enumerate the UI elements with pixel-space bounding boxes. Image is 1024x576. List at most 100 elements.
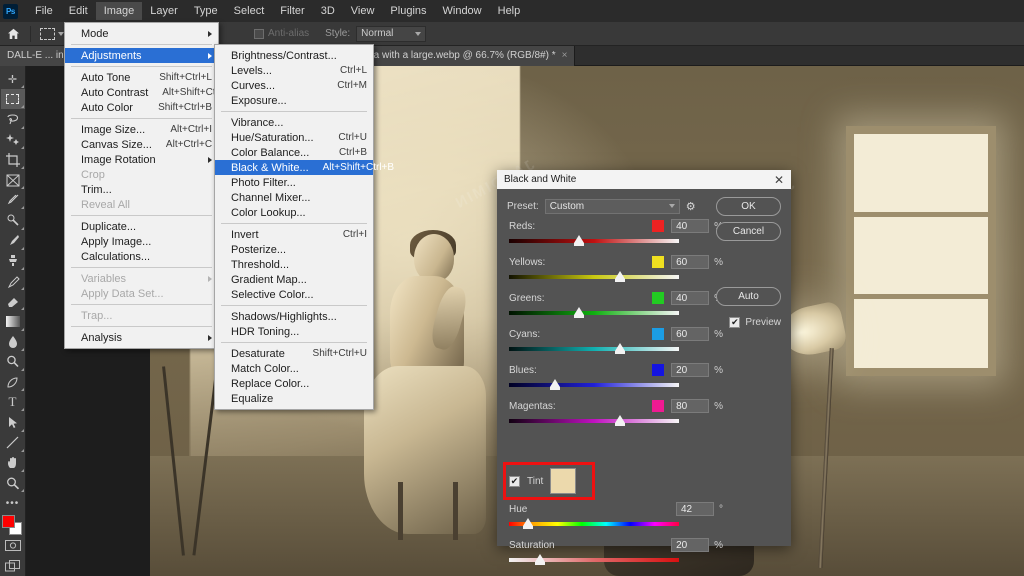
greens-track[interactable] [509,307,679,318]
saturation-track[interactable] [509,554,679,565]
menu-item-hdr-toning[interactable]: HDR Toning... [215,324,373,339]
cyans-value[interactable]: 60 [671,327,710,341]
menu-3d[interactable]: 3D [313,2,343,20]
cyans-handle[interactable] [614,343,625,354]
menu-item-photo-filter[interactable]: Photo Filter... [215,175,373,190]
foreground-color-swatch[interactable] [1,515,15,529]
menu-item-auto-tone[interactable]: Auto Tone Shift+Ctrl+L [65,70,218,85]
blues-value[interactable]: 20 [671,363,710,377]
home-icon[interactable] [0,28,26,40]
yellows-track[interactable] [509,271,679,282]
rectangular-marquee-tool[interactable] [0,89,25,110]
image-menu-dropdown[interactable]: Mode Adjustments Auto Tone Shift+Ctrl+L Auto… [64,22,233,349]
hue-track[interactable] [509,518,679,529]
color-swatches[interactable] [1,515,24,536]
style-select[interactable]: Normal [356,25,427,42]
tint-row[interactable]: ✔ Tint [509,468,577,494]
close-icon[interactable]: ✕ [774,174,784,186]
menu-item-trim[interactable]: Trim... [65,182,218,197]
magentas-value[interactable]: 80 [671,399,710,413]
crop-tool[interactable] [1,150,25,170]
menu-item-exposure[interactable]: Exposure... [215,93,373,108]
preview-checkbox[interactable]: ✔ [729,317,741,328]
eraser-tool[interactable] [1,291,25,311]
menu-item-image-rotation[interactable]: Image Rotation [65,152,218,167]
menu-edit[interactable]: Edit [61,2,96,20]
menu-item-auto-color[interactable]: Auto Color Shift+Ctrl+B [65,100,218,115]
hand-tool[interactable] [1,453,25,473]
magentas-track[interactable] [509,415,679,426]
hue-handle[interactable] [522,518,533,529]
auto-button[interactable]: Auto [716,287,781,306]
menu-item-apply-image[interactable]: Apply Image... [65,234,218,249]
zoom-tool[interactable] [1,473,25,493]
menu-plugins[interactable]: Plugins [382,2,434,20]
menu-item-match-color[interactable]: Match Color... [215,361,373,376]
reds-value[interactable]: 40 [671,219,710,233]
menu-item-posterize[interactable]: Posterize... [215,242,373,257]
path-selection-tool[interactable] [1,412,25,432]
menu-type[interactable]: Type [186,2,226,20]
yellows-handle[interactable] [614,271,625,282]
blur-tool[interactable] [1,332,25,352]
menu-item-invert[interactable]: Invert Ctrl+I [215,227,373,242]
dodge-tool[interactable] [1,352,25,372]
menu-image[interactable]: Image [95,2,143,20]
type-tool[interactable]: T [1,392,25,412]
menu-item-selective-color[interactable]: Selective Color... [215,287,373,302]
antialias-checkbox[interactable] [254,28,264,39]
clone-stamp-tool[interactable] [1,251,25,271]
menu-item-equalize[interactable]: Equalize [215,391,373,406]
menu-filter[interactable]: Filter [272,2,312,20]
menu-item-threshold[interactable]: Threshold... [215,257,373,272]
menu-item-image-size[interactable]: Image Size... Alt+Ctrl+I [65,122,218,137]
reds-handle[interactable] [573,235,584,246]
menu-item-vibrance[interactable]: Vibrance... [215,115,373,130]
frame-tool[interactable] [1,170,25,190]
reds-track[interactable] [509,235,679,246]
move-tool[interactable]: ✛ [1,69,25,89]
menu-item-gradient-map[interactable]: Gradient Map... [215,272,373,287]
menu-select[interactable]: Select [226,2,273,20]
hue-value[interactable]: 42 [676,502,714,516]
lasso-tool[interactable] [1,109,25,129]
blues-handle[interactable] [549,379,560,390]
menu-item-canvas-size[interactable]: Canvas Size... Alt+Ctrl+C [65,137,218,152]
close-icon[interactable]: × [562,50,568,61]
brush-tool[interactable] [1,231,25,251]
eyedropper-tool[interactable] [1,190,25,210]
menu-item-desaturate[interactable]: Desaturate Shift+Ctrl+U [215,346,373,361]
yellows-value[interactable]: 60 [671,255,710,269]
saturation-handle[interactable] [534,554,545,565]
screen-mode-button[interactable] [1,556,25,576]
cyans-track[interactable] [509,343,679,354]
ok-button[interactable]: OK [716,197,781,216]
menu-item-channel-mixer[interactable]: Channel Mixer... [215,190,373,205]
tint-color-swatch[interactable] [550,468,577,494]
menu-item-duplicate[interactable]: Duplicate... [65,219,218,234]
pen-tool[interactable] [1,372,25,392]
cancel-button[interactable]: Cancel [716,222,781,241]
antialias-option[interactable]: Anti-alias [254,28,309,39]
menu-item-color-balance[interactable]: Color Balance... Ctrl+B [215,145,373,160]
tint-checkbox[interactable]: ✔ [509,475,520,487]
menu-item-analysis[interactable]: Analysis [65,330,218,345]
gradient-tool[interactable] [1,311,25,331]
menu-item-black-white[interactable]: Black & White... Alt+Shift+Ctrl+B [215,160,394,175]
menu-layer[interactable]: Layer [142,2,186,20]
menu-item-calculations[interactable]: Calculations... [65,249,218,264]
menu-item-replace-color[interactable]: Replace Color... [215,376,373,391]
preset-select[interactable]: Custom [544,198,680,214]
menu-item-brightness-contrast[interactable]: Brightness/Contrast... [215,48,373,63]
menu-view[interactable]: View [343,2,383,20]
menu-help[interactable]: Help [490,2,529,20]
menu-window[interactable]: Window [435,2,490,20]
menu-file[interactable]: File [27,2,61,20]
history-brush-tool[interactable] [1,271,25,291]
dialog-title-bar[interactable]: Black and White ✕ [497,170,791,189]
greens-value[interactable]: 40 [671,291,710,305]
adjustments-submenu[interactable]: Brightness/Contrast... Levels... Ctrl+L Cur… [214,44,394,410]
menu-item-color-lookup[interactable]: Color Lookup... [215,205,373,220]
blues-track[interactable] [509,379,679,390]
magentas-handle[interactable] [614,415,625,426]
